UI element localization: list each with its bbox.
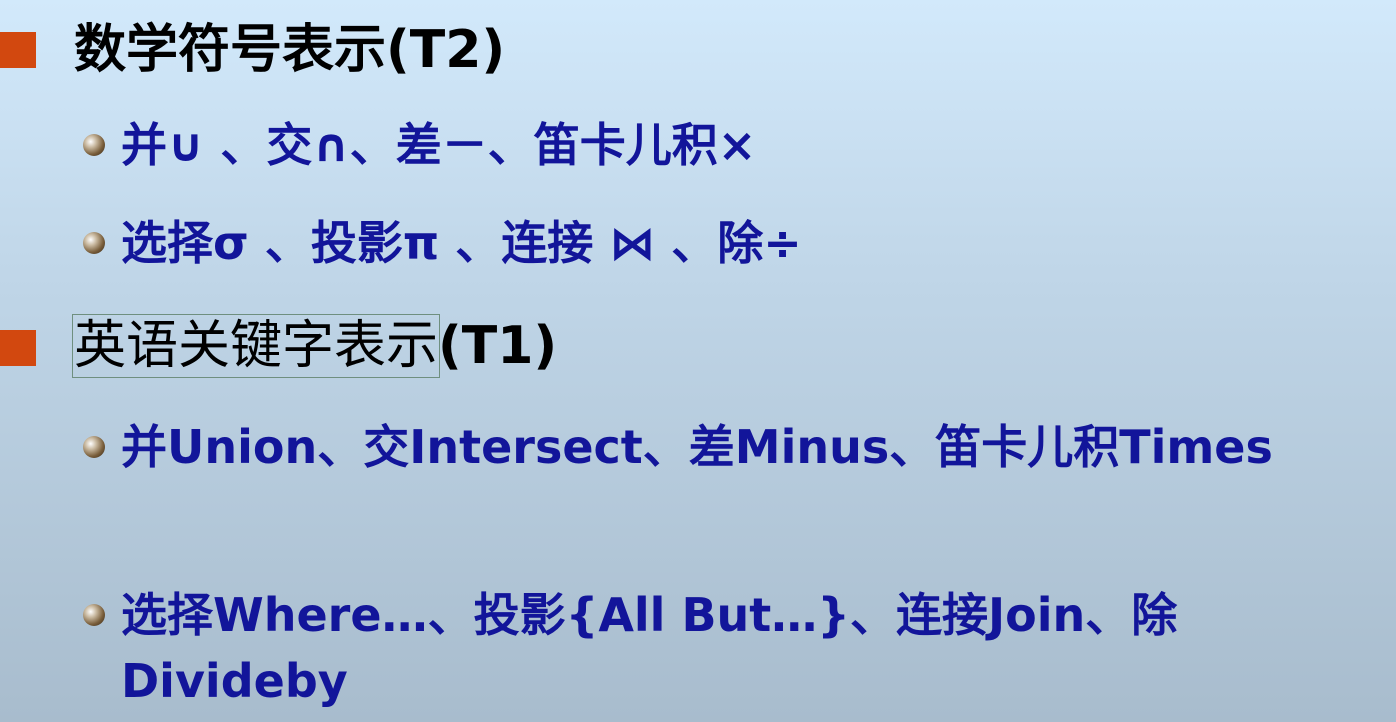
slide: 数学符号表示(T2) 并∪ 、交∩、差－、笛卡儿积× 选择σ 、投影π 、连接 … — [0, 0, 1396, 722]
square-bullet-icon — [0, 330, 36, 366]
round-bullet-icon — [83, 436, 105, 458]
list-item: 选择Where…、投影{All But…}、连接Join、除Divideby — [83, 582, 1373, 714]
list-item: 并Union、交Intersect、差Minus、笛卡儿积Times — [83, 414, 1373, 546]
round-bullet-icon — [83, 232, 105, 254]
heading-suffix: (T1) — [438, 316, 558, 376]
list-item: 并∪ 、交∩、差－、笛卡儿积× — [83, 112, 1373, 178]
item-text: 并Union、交Intersect、差Minus、笛卡儿积Times — [121, 420, 1273, 474]
heading-highlighted-text: 英语关键字表示 — [71, 314, 441, 378]
round-bullet-icon — [83, 134, 105, 156]
list-item: 选择σ 、投影π 、连接 ⋈ 、除÷ — [83, 210, 1373, 276]
square-bullet-icon — [0, 32, 36, 68]
item-text: 选择Where…、投影{All But…}、连接Join、除Divideby — [121, 588, 1178, 708]
heading-text: 英语关键字表示(T1) — [71, 314, 557, 378]
round-bullet-icon — [83, 604, 105, 626]
heading-text: 数学符号表示(T2) — [74, 20, 506, 80]
item-text: 并∪ 、交∩、差－、笛卡儿积× — [121, 118, 757, 172]
item-text: 选择σ 、投影π 、连接 ⋈ 、除÷ — [121, 216, 802, 270]
